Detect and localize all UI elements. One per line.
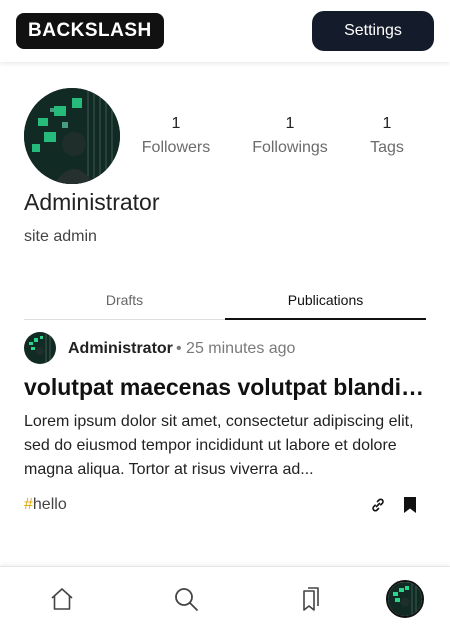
site-logo[interactable]: BACKSLASH [16,13,164,49]
search-icon[interactable] [172,585,200,613]
tags-label: Tags [370,139,404,156]
tab-publications[interactable]: Publications [225,284,426,320]
tag-hash: # [24,496,33,513]
followings-stat[interactable]: 1 Followings [245,114,335,158]
tag-label: hello [32,496,67,513]
top-header: BACKSLASH Settings [0,0,450,62]
post-tag[interactable]: #hello [24,496,67,514]
tags-stat[interactable]: 1 Tags [362,114,412,158]
post-excerpt: Lorem ipsum dolor sit amet, consectetur … [24,413,414,478]
post-author-name[interactable]: Administrator [68,340,173,358]
bookmarks-icon[interactable] [297,585,325,613]
bottom-navigation [0,566,450,629]
profile-name: Administrator [24,189,160,215]
followers-count: 1 [171,115,181,132]
post-timestamp: • 25 minutes ago [176,340,296,357]
profile-tabs: Drafts Publications [24,284,426,320]
followers-label: Followers [141,139,211,156]
tab-drafts[interactable]: Drafts [24,284,225,320]
profile-avatar [24,88,120,184]
post-author-avatar[interactable] [24,332,56,364]
followers-stat[interactable]: 1 Followers [136,114,216,158]
profile-bio: site admin [24,228,97,245]
link-icon[interactable] [370,497,386,513]
tags-count: 1 [382,115,392,132]
followings-count: 1 [285,115,295,132]
followings-label: Followings [252,139,328,156]
post-title[interactable]: volutpat maecenas volutpat blandit aliqu… [24,374,428,401]
home-icon[interactable] [48,585,76,613]
settings-button[interactable]: Settings [312,11,434,51]
nav-profile-avatar[interactable] [386,580,424,618]
bookmark-icon[interactable] [403,496,417,514]
